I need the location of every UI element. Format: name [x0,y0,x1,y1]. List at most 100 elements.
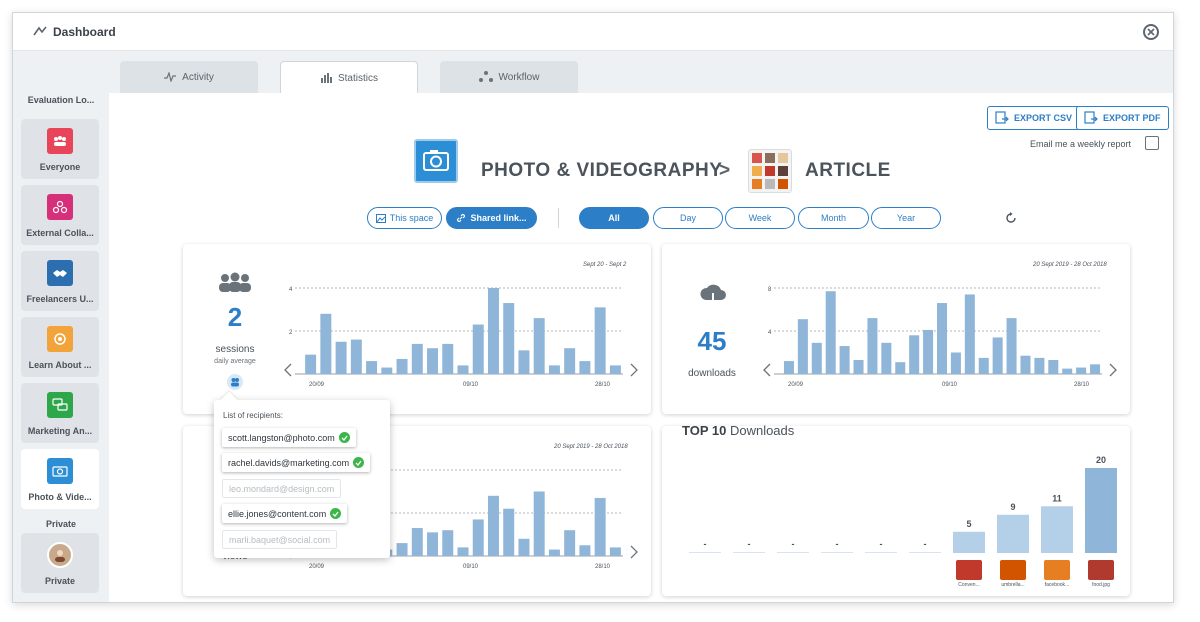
tab-activity[interactable]: Activity [120,61,258,93]
bar [1085,468,1117,553]
chevron-left-icon[interactable] [763,363,771,377]
bar [964,294,975,374]
export-icon [1084,111,1098,124]
bar [594,307,606,374]
camera-icon [47,458,73,484]
bar [865,552,897,553]
data-label: - [748,539,751,549]
export-csv-button[interactable]: EXPORT CSV [987,106,1081,130]
bar [1034,357,1045,374]
export-csv-label: EXPORT CSV [1014,113,1073,123]
sessions-sublabel: daily average [214,358,256,365]
recipient-item[interactable]: scott.langston@photo.com [222,428,356,447]
breadcrumb-source[interactable]: PHOTO & VIDEOGRAPHY [481,160,722,182]
sidebar-item-external-collaborators[interactable]: External Colla... [21,185,99,245]
chevron-left-icon[interactable] [284,363,292,377]
bar [950,352,961,374]
refresh-icon[interactable] [1005,212,1017,224]
sidebar-item-freelancers[interactable]: Freelancers U... [21,251,99,311]
close-icon[interactable] [1143,24,1159,40]
bar [350,339,362,374]
sidebar-item-everyone[interactable]: Everyone [21,119,99,179]
period-all[interactable]: All [579,207,649,229]
bar [992,337,1003,374]
bar [783,361,794,374]
bar [564,530,576,556]
tab-workflow[interactable]: Workflow [440,61,578,93]
bar [472,324,484,374]
sidebar-item-learn-about[interactable]: Learn About ... [21,317,99,377]
file-name-label: food.jpg [1092,582,1110,588]
export-pdf-label: EXPORT PDF [1103,113,1161,123]
recipient-email: ellie.jones@content.com [228,508,327,519]
bar [396,543,408,556]
sidebar-item-label: Private [44,576,76,586]
sidebar-item-photo-videography[interactable]: Photo & Vide... [21,449,99,509]
this-space-button[interactable]: This space [367,207,442,229]
chevron-right-icon[interactable] [630,363,638,377]
sidebar-item-label: Everyone [39,162,81,172]
bar [305,354,317,374]
x-tick-label: 20/09 [309,564,325,570]
bar [503,508,515,556]
recipient-email: scott.langston@photo.com [228,432,335,443]
period-year[interactable]: Year [871,207,941,229]
bar [457,547,469,556]
bar [1048,360,1059,374]
this-space-label: This space [389,213,434,223]
bar [487,495,499,556]
breadcrumb-target[interactable]: ARTICLE [805,160,891,182]
sidebar-item-marketing[interactable]: Marketing An... [21,383,99,443]
private-header: Private [45,519,77,529]
bar [518,538,530,556]
learn-icon [47,326,73,352]
period-month[interactable]: Month [798,207,869,229]
bar [533,491,545,556]
bar [953,531,985,553]
bar [777,552,809,553]
sidebar-item-label: Learn About ... [28,360,92,370]
y-tick-label: 2 [289,330,293,336]
recipient-item[interactable]: marli.baquet@social.com [222,530,338,549]
app-logo-icon [33,26,47,36]
chevron-right-icon[interactable] [630,545,638,559]
recipient-item[interactable]: leo.mondard@design.com [222,479,342,498]
recipient-email: rachel.davids@marketing.com [228,457,350,468]
data-label: - [880,539,883,549]
top10-title-bold: TOP 10 [682,423,727,438]
chevron-right-icon[interactable] [1109,363,1117,377]
sidebar: Evaluation Lo... Everyone External Colla… [13,93,109,602]
email-weekly-checkbox[interactable] [1145,136,1159,150]
bar [472,519,484,556]
x-tick-label: 09/10 [942,382,958,388]
bar [411,528,423,556]
file-thumbnail [1044,560,1070,580]
bar [609,547,621,556]
bar [564,348,576,374]
activity-icon [164,72,177,82]
handshake-icon [47,260,73,286]
bar [909,552,941,553]
bar [411,343,423,374]
bar [867,318,878,374]
check-icon [330,508,342,519]
sidebar-item-evaluation[interactable]: Evaluation Lo... [13,95,109,105]
period-week[interactable]: Week [725,207,795,229]
bar [381,367,393,374]
bar [1090,364,1101,374]
recipient-item[interactable]: rachel.davids@marketing.com [222,453,371,472]
shared-link-label: Shared link... [470,213,527,223]
x-tick-label: 28/10 [1074,382,1090,388]
bar [579,361,591,374]
tab-statistics[interactable]: Statistics [280,61,418,94]
recipients-icon[interactable] [227,374,243,390]
export-pdf-button[interactable]: EXPORT PDF [1076,106,1169,130]
data-label: 9 [1010,502,1015,512]
x-tick-label: 09/10 [463,382,479,388]
recipient-item[interactable]: ellie.jones@content.com [222,504,348,523]
shared-link-button[interactable]: Shared link... [446,207,537,229]
period-day[interactable]: Day [653,207,723,229]
recipients-header: List of recipients: [223,411,284,420]
sidebar-item-private[interactable]: Private [21,533,99,593]
data-label: 11 [1052,493,1062,503]
